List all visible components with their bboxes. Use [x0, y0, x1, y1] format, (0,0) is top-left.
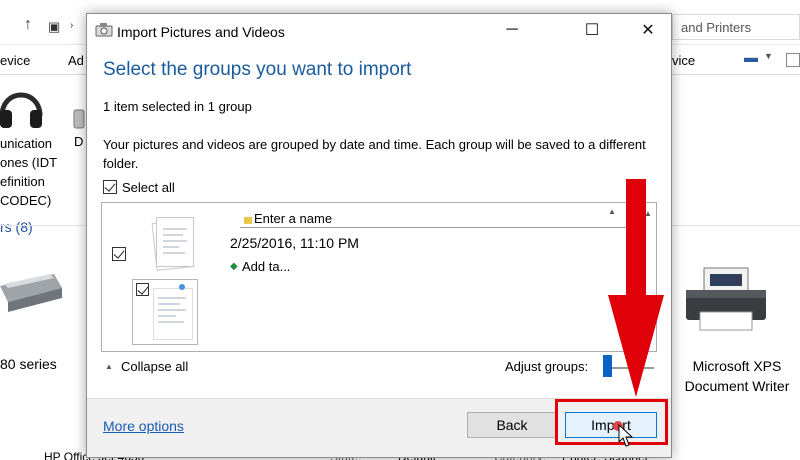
usb-device-icon: [73, 109, 85, 129]
xps-printer-label[interactable]: Microsoft XPS Document Writer: [676, 356, 798, 396]
xps-printer-icon: [686, 267, 766, 331]
add-tags-link[interactable]: Add ta...: [242, 259, 290, 274]
headset-label-line-3: efinition: [0, 174, 45, 189]
more-options-link[interactable]: More options: [103, 418, 184, 434]
close-icon: ✕: [641, 22, 655, 39]
headset-label-line-1: unication: [0, 136, 53, 151]
item-preview: [153, 288, 193, 340]
headset-label-line-2: ones (IDT: [0, 155, 58, 170]
doc-line: [158, 315, 176, 317]
item-thumbnail[interactable]: [132, 279, 198, 345]
tag-icon: ◆: [230, 261, 238, 272]
devices-icon: ▣: [48, 19, 61, 34]
group-thumbnail[interactable]: [156, 217, 194, 267]
import-highlight-box: [555, 399, 668, 445]
group-date-time: 2/25/2016, 11:10 PM: [230, 235, 359, 251]
dialog-heading: Select the groups you want to import: [103, 59, 412, 80]
selection-status: 1 item selected in 1 group: [103, 99, 252, 114]
headset-label-line-4: CODEC): [0, 193, 52, 208]
camera-import-icon: [95, 23, 113, 37]
view-options-icon[interactable]: ▬: [744, 49, 758, 65]
chevron-down-icon[interactable]: ▼: [764, 51, 773, 61]
adjust-groups-label: Adjust groups:: [505, 359, 589, 374]
group-list: Enter a name ▲ 2/25/2016, 11:10 PM ◆ Add…: [101, 202, 657, 352]
group-checkbox[interactable]: [112, 247, 126, 261]
minimize-icon: ─: [506, 21, 518, 38]
select-all-label[interactable]: Select all: [122, 180, 175, 195]
logo-dot-icon: [179, 284, 185, 290]
doc-line: [158, 297, 186, 299]
grouping-description: Your pictures and videos are grouped by …: [103, 137, 646, 171]
import-dialog: Import Pictures and Videos ─ ☐ ✕ Select …: [86, 13, 672, 458]
folder-icon: [244, 217, 252, 224]
doc-line: [158, 309, 186, 311]
dialog-title: Import Pictures and Videos: [117, 24, 285, 40]
doc-line: [163, 252, 185, 254]
ribbon-item-device-right[interactable]: vice: [672, 53, 695, 68]
address-bar-text: and Printers: [681, 20, 752, 35]
doc-line: [163, 246, 179, 248]
scanner-printer-icon: [0, 274, 62, 312]
doc-line: [163, 234, 183, 236]
headset-label[interactable]: unication ones (IDT efinition CODEC): [0, 134, 57, 210]
group-name-placeholder[interactable]: Enter a name: [254, 211, 332, 226]
close-button[interactable]: ✕: [625, 14, 671, 46]
chevron-right-icon[interactable]: ›: [70, 20, 73, 31]
truncated-device-label[interactable]: D: [74, 134, 83, 149]
ribbon-item-device[interactable]: evice: [0, 53, 30, 68]
mouse-cursor-icon: [618, 424, 634, 447]
collapse-all-button[interactable]: Collapse all: [121, 359, 188, 374]
doc-line: [158, 303, 180, 305]
red-arrow-annotation: [608, 179, 664, 397]
item-checkbox[interactable]: [136, 283, 149, 296]
doc-line: [163, 240, 187, 242]
maximize-button[interactable]: ☐: [569, 14, 615, 46]
minimize-button[interactable]: ─: [489, 14, 535, 46]
left-printer-label[interactable]: 80 series: [0, 356, 57, 372]
ribbon-item-add[interactable]: Ad: [68, 53, 84, 68]
dialog-titlebar[interactable]: Import Pictures and Videos ─ ☐ ✕: [87, 14, 671, 48]
address-bar[interactable]: and Printers: [672, 14, 800, 40]
select-all-checkbox[interactable]: [103, 180, 117, 194]
up-arrow-icon[interactable]: ↑: [24, 16, 32, 34]
maximize-icon: ☐: [584, 22, 600, 39]
printers-section-header[interactable]: rs (8): [0, 219, 33, 235]
doc-line: [158, 321, 184, 323]
collapse-all-icon[interactable]: ▲: [105, 362, 113, 371]
doc-line: [163, 228, 187, 230]
layout-icon[interactable]: [786, 53, 800, 67]
back-button[interactable]: Back: [467, 412, 557, 438]
headset-icon: [0, 92, 43, 128]
